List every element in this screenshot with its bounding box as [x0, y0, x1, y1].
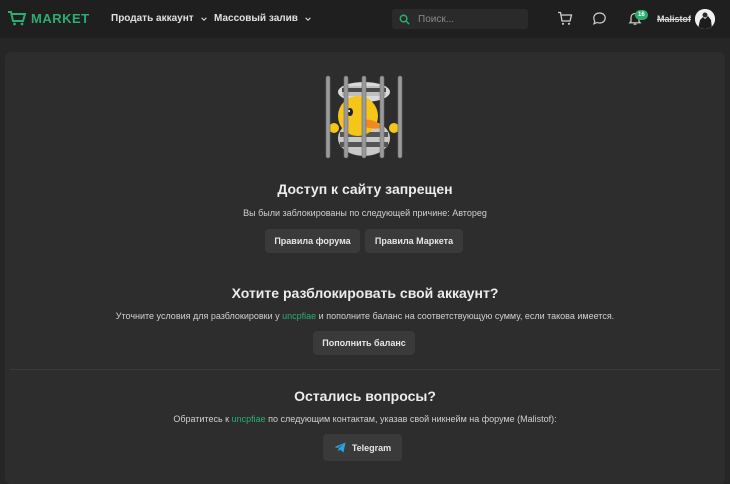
telegram-button[interactable]: Telegram — [323, 434, 402, 461]
search-icon — [399, 14, 410, 25]
notifications-badge: 16 — [635, 10, 648, 20]
questions-text: Обратитесь к uncpfiae по следующим конта… — [0, 414, 730, 424]
questions-contact-link[interactable]: uncpfiae — [232, 414, 266, 424]
unban-contact-link[interactable]: uncpfiae — [282, 311, 316, 321]
ban-title: Доступ к сайту запрещен — [277, 181, 453, 197]
logo-text: MARKET — [31, 10, 90, 26]
unban-text-before: Уточните условия для разблокировки у — [115, 311, 283, 321]
nav-mass-upload-label: Массовый залив — [214, 13, 298, 24]
unban-text: Уточните условия для разблокировки у unc… — [0, 311, 730, 321]
avatar-image — [695, 9, 715, 29]
forum-rules-button[interactable]: Правила форума — [265, 229, 360, 253]
market-rules-button[interactable]: Правила Маркета — [365, 229, 463, 253]
unban-text-after: и пополните баланс на соответствующую су… — [316, 311, 615, 321]
topup-balance-button[interactable]: Пополнить баланс — [313, 331, 415, 355]
nav-sell-account-label: Продать аккаунт — [111, 13, 194, 24]
market-logo[interactable]: MARKET — [7, 10, 90, 26]
section-divider — [10, 369, 720, 370]
market-cart-logo-icon — [8, 11, 27, 26]
nav-sell-account[interactable]: Продать аккаунт — [111, 13, 208, 24]
search-box[interactable] — [392, 9, 528, 29]
avatar[interactable] — [695, 9, 715, 29]
questions-text-after: по следующим контактам, указав свой никн… — [265, 414, 557, 424]
telegram-button-label: Telegram — [351, 442, 392, 453]
unban-title: Хотите разблокировать свой аккаунт? — [231, 285, 499, 301]
questions-text-before: Обратитесь к — [173, 414, 232, 424]
search-input[interactable] — [416, 12, 520, 26]
username[interactable]: Malistof — [657, 14, 691, 24]
nav-mass-upload[interactable]: Массовый залив — [214, 13, 312, 24]
banned-duck-illustration — [325, 75, 403, 159]
chevron-down-icon — [305, 16, 311, 21]
top-navbar: MARKET Продать аккаунт Массовый залив 16… — [0, 0, 730, 38]
telegram-icon — [334, 442, 346, 453]
questions-title: Остались вопросы? — [294, 388, 436, 404]
chat-icon[interactable] — [592, 11, 607, 26]
ban-reason: Вы были заблокированы по следующей причи… — [243, 208, 487, 218]
chevron-down-icon — [200, 16, 207, 21]
cart-icon[interactable] — [557, 11, 573, 26]
